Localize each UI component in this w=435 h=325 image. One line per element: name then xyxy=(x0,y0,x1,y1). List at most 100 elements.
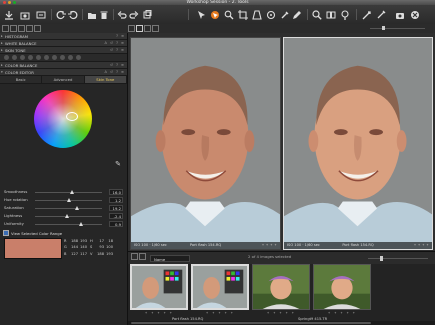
viewer-image-left[interactable]: ISO 100 · 1/60 sec Port flash 154.RQ ✦ ✦… xyxy=(130,37,281,250)
stack-icon[interactable] xyxy=(142,8,152,21)
slider-knob[interactable] xyxy=(74,206,79,210)
thumbnail-2[interactable] xyxy=(191,264,249,310)
crop-tool-icon[interactable] xyxy=(238,8,248,21)
tool-tab-icon[interactable] xyxy=(28,55,33,60)
thumbnail-size-slider[interactable] xyxy=(368,258,428,259)
settings-view-icon[interactable] xyxy=(34,25,41,32)
slider-knob[interactable] xyxy=(69,190,74,194)
slider-value-field[interactable]: 16.0 xyxy=(109,189,123,195)
rotate-right-icon[interactable] xyxy=(68,8,78,21)
slider-track[interactable] xyxy=(35,224,102,225)
color-wheel[interactable] xyxy=(34,90,92,148)
slider-track[interactable] xyxy=(35,192,102,193)
slider-knob[interactable] xyxy=(78,222,83,226)
list-view-icon[interactable] xyxy=(10,25,17,32)
slider-value-field[interactable]: -2.4 xyxy=(109,213,123,219)
tab-advanced[interactable]: Advanced xyxy=(42,76,85,83)
compare-icon[interactable] xyxy=(326,8,336,21)
tool-tab-icon[interactable] xyxy=(52,55,57,60)
slider-smoothness[interactable]: Smoothness 16.0 xyxy=(4,189,126,196)
portrait-photo xyxy=(131,38,280,249)
color-readouts: R 188 193 H 17 18 G 144 140 S 93 100 B 127 117 V 188 193 xyxy=(64,238,113,257)
slider-knob[interactable] xyxy=(65,214,70,218)
section-skin-tone[interactable]: ▸ SKIN TONE ↺ ? ≡ xyxy=(0,47,127,54)
stop-icon[interactable] xyxy=(410,8,420,21)
slider-value-field[interactable]: 1.2 xyxy=(109,197,123,203)
loupe-view-icon[interactable] xyxy=(26,25,33,32)
keystone-tool-icon[interactable] xyxy=(252,8,262,21)
thumbnail-view-icon[interactable] xyxy=(131,253,138,260)
slider-saturation[interactable]: Saturation 19.2 xyxy=(4,205,126,212)
viewer-icon-4[interactable] xyxy=(152,25,159,32)
thumbnail-1[interactable] xyxy=(130,264,188,310)
view-range-checkbox[interactable] xyxy=(3,230,9,236)
zoom-tool-icon[interactable] xyxy=(224,8,234,21)
tool-tab-icon[interactable] xyxy=(20,55,25,60)
slider-knob[interactable] xyxy=(66,198,71,202)
zoom-slider-knob[interactable] xyxy=(382,26,385,30)
loupe-icon[interactable] xyxy=(340,8,350,21)
tool-panel: ▸ HISTOGRAM? ≡ ▸ WHITE BALANCE A ↺ ? ≡ ▸ SKI… xyxy=(0,33,128,325)
image-caption: ISO 100 · 1/60 sec Port flash 154.RQ ✦ ✦… xyxy=(131,242,280,249)
thumbnail-browser: ✦ ✦ ✦ ✦ ✦ ✦ ✦ ✦ ✦ ✦ ✦ ✦ ✦ ✦ ✦ ✦ ✦ ✦ ✦ ✦ … xyxy=(128,264,435,325)
section-white-balance[interactable]: ▸ WHITE BALANCE A ↺ ? ≡ xyxy=(0,40,127,47)
slider-value-field[interactable]: 19.2 xyxy=(109,205,123,211)
redo-icon[interactable] xyxy=(129,8,139,21)
tool-tab-icon[interactable] xyxy=(68,55,73,60)
section-color-editor[interactable]: ▾ COLOR EDITOR A ↺ ? ≡ xyxy=(0,69,127,76)
rotate-left-icon[interactable] xyxy=(56,8,66,21)
slider-value-field[interactable]: 0.9 xyxy=(109,221,123,227)
image-viewer: ISO 100 · 1/60 sec Port flash 154.RQ ✦ ✦… xyxy=(128,33,435,251)
list-view-icon[interactable] xyxy=(139,253,146,260)
slider-track[interactable] xyxy=(35,208,102,209)
search-icon[interactable] xyxy=(312,8,322,21)
sort-select[interactable]: Name xyxy=(150,255,190,262)
spot-tool-icon[interactable] xyxy=(266,8,276,21)
scrollbar-thumb[interactable] xyxy=(131,322,371,324)
skin-tone-swatch[interactable] xyxy=(4,238,62,259)
grid-view-icon[interactable] xyxy=(2,25,9,32)
viewer-icon-1[interactable] xyxy=(128,25,135,32)
tool-tab-icon[interactable] xyxy=(4,55,9,60)
view-range-row[interactable]: View Selected Color Range xyxy=(3,230,62,236)
tool-tab-icon[interactable] xyxy=(44,55,49,60)
section-color-balance[interactable]: ▸ COLOR BALANCE ↺ ? ≡ xyxy=(0,62,127,69)
image-caption: ISO 100 · 1/60 sec Port flash 154.RQ ✦ ✦… xyxy=(284,242,432,249)
thumbnail-3[interactable] xyxy=(252,264,310,310)
slider-uniformity[interactable]: Uniformity 0.9 xyxy=(4,221,126,228)
picker-tool-icon[interactable] xyxy=(280,8,290,21)
annotate-tool-icon[interactable] xyxy=(292,8,302,21)
viewer-image-right[interactable]: ISO 100 · 1/60 sec Port flash 154.RQ ✦ ✦… xyxy=(283,37,433,250)
section-histogram[interactable]: ▸ HISTOGRAM? ≡ xyxy=(0,33,127,40)
capture-icon[interactable] xyxy=(19,8,31,21)
trash-icon[interactable] xyxy=(99,8,109,21)
slider-hue-rotation[interactable]: Hue rotation 1.2 xyxy=(4,197,126,204)
color-range-selection[interactable] xyxy=(66,112,78,121)
thumbnail-size-knob[interactable] xyxy=(380,256,383,261)
tool-tab-icon[interactable] xyxy=(76,55,81,60)
eyedropper-icon[interactable]: ✎ xyxy=(115,160,121,168)
brush-icon[interactable] xyxy=(376,8,386,21)
view-range-label: View Selected Color Range xyxy=(11,230,63,236)
viewer-icon-2[interactable] xyxy=(136,25,143,32)
tool-tab-icon[interactable] xyxy=(12,55,17,60)
viewer-icon-3[interactable] xyxy=(144,25,151,32)
process-icon[interactable] xyxy=(395,8,405,21)
main-toolbar xyxy=(0,5,435,25)
browser-scrollbar[interactable] xyxy=(128,321,435,325)
tool-tab-icon[interactable] xyxy=(60,55,65,60)
pan-tool-icon[interactable] xyxy=(196,8,206,21)
import-icon[interactable] xyxy=(4,8,14,21)
tab-skin-tone[interactable]: Skin Tone xyxy=(84,76,127,83)
tethered-icon[interactable] xyxy=(36,8,46,21)
thumbnail-4[interactable] xyxy=(313,264,371,310)
tool-tab-icon[interactable] xyxy=(36,55,41,60)
zoom-slider[interactable] xyxy=(370,28,425,29)
tab-basic[interactable]: Basic xyxy=(0,76,43,83)
exposure-warning-icon[interactable] xyxy=(362,8,372,21)
filmstrip-view-icon[interactable] xyxy=(18,25,25,32)
slider-lightness[interactable]: Lightness -2.4 xyxy=(4,213,126,220)
cursor-tool-icon[interactable] xyxy=(209,8,221,21)
folder-icon[interactable] xyxy=(87,8,97,21)
undo-icon[interactable] xyxy=(117,8,127,21)
